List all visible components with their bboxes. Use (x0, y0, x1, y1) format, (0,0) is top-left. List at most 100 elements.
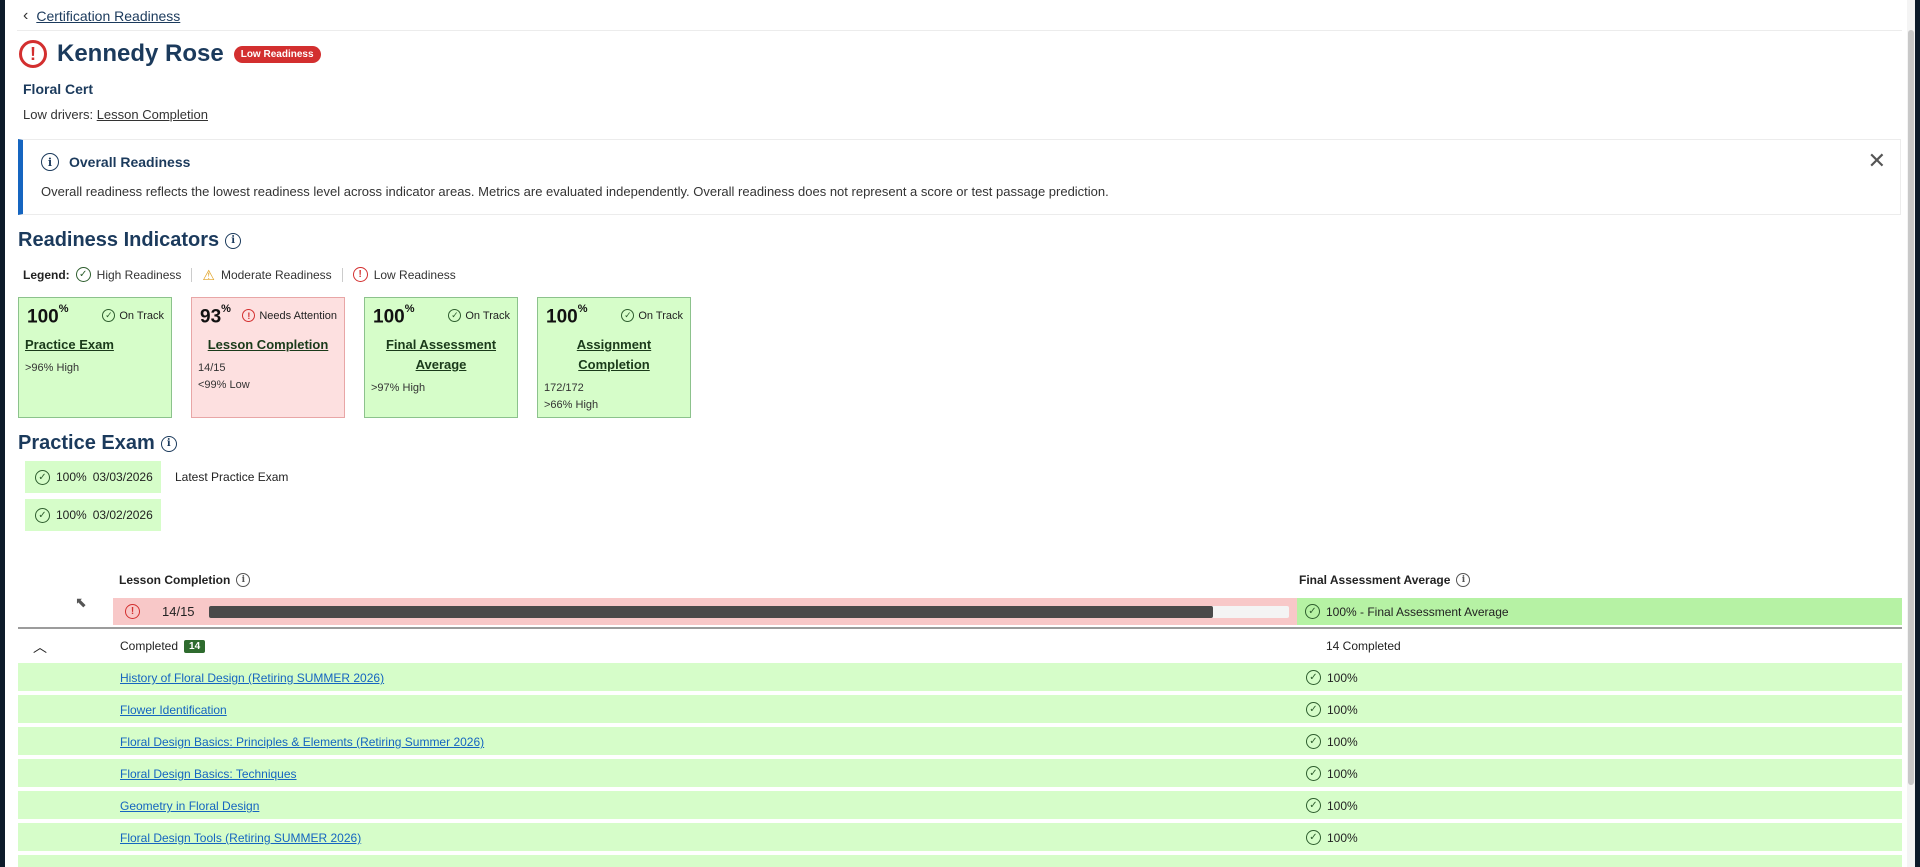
low-drivers-link[interactable]: Lesson Completion (97, 107, 208, 122)
mouse-cursor-icon: ⬉ (75, 594, 87, 610)
lesson-link[interactable]: Floral Design Basics: Principles & Eleme… (120, 735, 484, 749)
card-meta: 14/15 (198, 362, 226, 374)
window-frame-right (1915, 0, 1920, 867)
check-circle-icon: ✓ (1306, 798, 1321, 813)
lesson-link[interactable]: Geometry in Floral Design (120, 799, 259, 813)
close-icon[interactable]: ✕ (1868, 150, 1886, 172)
card-title-link[interactable]: Practice Exam (25, 335, 171, 355)
lesson-score: ✓ 100% (1306, 798, 1358, 813)
column-header-final-assessment-average: Final Assessment Average i (1299, 573, 1471, 587)
final-assessment-row: ✓ 100% - Final Assessment Average (1297, 598, 1902, 625)
low-drivers: Low drivers: Lesson Completion (23, 107, 208, 122)
scrollbar-thumb[interactable] (1908, 30, 1914, 785)
alert-title: Overall Readiness (69, 154, 191, 170)
practice-exam-attempt[interactable]: ✓ 100% 03/03/2026 (25, 461, 161, 493)
card-status: ! Needs Attention (242, 309, 337, 322)
check-circle-icon: ✓ (1306, 830, 1321, 845)
card-percent: 100% (546, 303, 588, 328)
breadcrumb-link-certification-readiness[interactable]: Certification Readiness (36, 8, 180, 24)
lesson-score: ✓ 100% (1306, 670, 1358, 685)
lesson-row: Floral Design Tools (Retiring SUMMER 202… (18, 823, 1902, 853)
card-title-link[interactable]: Lesson Completion (192, 335, 344, 355)
chevron-up-icon[interactable]: ︿ (33, 637, 47, 657)
check-circle-icon: ✓ (75, 267, 91, 282)
readiness-indicators-heading: Readiness Indicators i (18, 229, 242, 252)
info-icon: i (41, 153, 59, 171)
legend-moderate: Moderate Readiness (220, 267, 332, 282)
lesson-row-partial (18, 855, 1902, 867)
card-meta: >97% High (371, 382, 426, 394)
lesson-progress-count: 14/15 (162, 604, 195, 619)
lesson-score: ✓ 100% (1306, 734, 1358, 749)
legend-separator (191, 267, 193, 282)
check-circle-icon: ✓ (448, 309, 462, 322)
lesson-score: ✓ 100% (1306, 702, 1358, 717)
card-status: ✓ On Track (102, 309, 164, 322)
lesson-score: ✓ 100% (1306, 830, 1358, 845)
section-title: Readiness Indicators (18, 229, 220, 251)
practice-exam-attempt[interactable]: ✓ 100% 03/02/2026 (25, 499, 161, 531)
indicator-card-practice-exam[interactable]: 100% ✓ On Track Practice Exam >96% High (18, 297, 172, 418)
status-badge: Low Readiness (233, 45, 321, 63)
indicator-card-lesson-completion[interactable]: 93% ! Needs Attention Lesson Completion 1… (191, 297, 345, 418)
check-circle-icon: ✓ (621, 309, 635, 322)
card-percent: 100% (27, 303, 69, 328)
legend-label: Legend: (23, 267, 70, 282)
card-status: ✓ On Track (621, 309, 683, 322)
lesson-progress-row: ! 14/15 (113, 598, 1297, 625)
attempt-date: 03/02/2026 (92, 508, 153, 522)
alert-circle-icon: ! (242, 309, 256, 322)
final-assessment-text: 100% - Final Assessment Average (1326, 604, 1509, 619)
alert-text: Overall readiness reflects the lowest re… (41, 184, 1109, 199)
card-meta: >96% High (25, 362, 80, 374)
attempt-score: 100% (56, 470, 87, 484)
page-title: Kennedy Rose (57, 40, 224, 67)
card-title-link[interactable]: Assignment (538, 335, 690, 355)
card-percent: 100% (373, 303, 415, 328)
card-title-link[interactable]: Final Assessment (365, 335, 517, 355)
completed-label: Completed 14 (120, 639, 206, 653)
attempt-score: 100% (56, 508, 87, 522)
alert-circle-icon: ! (125, 604, 140, 619)
breadcrumb: ‹ Certification Readiness (23, 6, 180, 26)
card-title-link-line2[interactable]: Completion (538, 355, 690, 375)
indicator-card-assignment-completion[interactable]: 100% ✓ On Track Assignment Completion 172… (537, 297, 691, 418)
progress-bar-track (209, 606, 1289, 618)
lesson-link[interactable]: Floral Design Tools (Retiring SUMMER 202… (120, 831, 361, 845)
lesson-row: Floral Design Basics: Techniques ✓ 100% (18, 759, 1902, 789)
check-circle-icon: ✓ (35, 469, 50, 485)
page-content: ‹ Certification Readiness ! Kennedy Rose… (5, 0, 1902, 867)
chevron-left-icon[interactable]: ‹ (23, 8, 28, 24)
lesson-row: Geometry in Floral Design ✓ 100% (18, 791, 1902, 821)
info-icon[interactable]: i (160, 435, 177, 452)
attempt-date: 03/03/2026 (92, 470, 153, 484)
progress-bar-fill (209, 606, 1214, 618)
info-icon[interactable]: i (1456, 573, 1471, 587)
indicator-card-final-assessment-average[interactable]: 100% ✓ On Track Final Assessment Average … (364, 297, 518, 418)
legend: Legend: ✓ High Readiness ⚠ Moderate Read… (23, 267, 456, 282)
check-circle-icon: ✓ (1305, 604, 1320, 619)
card-title-link-line2[interactable]: Average (365, 355, 517, 375)
overall-readiness-alert: i Overall Readiness Overall readiness re… (18, 139, 1901, 215)
card-meta: <99% Low (198, 379, 250, 391)
check-circle-icon: ✓ (1306, 734, 1321, 749)
check-circle-icon: ✓ (102, 309, 116, 322)
lesson-link[interactable]: Floral Design Basics: Techniques (120, 767, 297, 781)
info-icon[interactable]: i (236, 573, 251, 587)
check-circle-icon: ✓ (1306, 702, 1321, 717)
card-percent: 93% (200, 303, 231, 328)
completed-group-header[interactable]: ︿ Completed 14 14 Completed (18, 629, 1902, 663)
legend-separator (341, 267, 343, 282)
low-drivers-label: Low drivers: (23, 107, 94, 122)
lesson-link[interactable]: Flower Identification (120, 703, 227, 717)
card-meta: 172/172 (544, 382, 584, 394)
latest-practice-exam-label: Latest Practice Exam (175, 470, 289, 484)
info-icon[interactable]: i (225, 232, 242, 249)
check-circle-icon: ✓ (1306, 766, 1321, 781)
legend-high: High Readiness (96, 267, 182, 282)
alert-circle-icon: ! (19, 40, 47, 68)
count-badge: 14 (184, 639, 206, 653)
lesson-row: Floral Design Basics: Principles & Eleme… (18, 727, 1902, 757)
lesson-link[interactable]: History of Floral Design (Retiring SUMME… (120, 671, 384, 685)
divider (17, 30, 1902, 31)
